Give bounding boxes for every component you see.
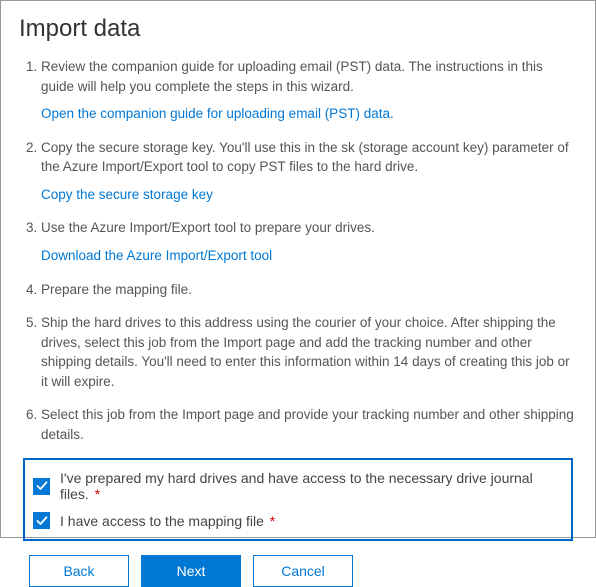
step-text: Review the companion guide for uploading… xyxy=(41,59,543,94)
button-row: Back Next Cancel xyxy=(29,555,577,587)
step-4: Prepare the mapping file. xyxy=(41,280,577,300)
page-title: Import data xyxy=(19,15,577,43)
checkbox-label: I've prepared my hard drives and have ac… xyxy=(60,470,563,502)
step-6: Select this job from the Import page and… xyxy=(41,405,577,444)
steps-list: Review the companion guide for uploading… xyxy=(19,57,577,444)
required-asterisk: * xyxy=(95,486,100,502)
checkbox-row-mapping: I have access to the mapping file * xyxy=(33,512,563,529)
step-3: Use the Azure Import/Export tool to prep… xyxy=(41,218,577,265)
back-button[interactable]: Back xyxy=(29,555,129,587)
step-text: Copy the secure storage key. You'll use … xyxy=(41,140,569,175)
next-button[interactable]: Next xyxy=(141,555,241,587)
step-text: Prepare the mapping file. xyxy=(41,282,192,297)
check-icon xyxy=(36,480,48,492)
step-text: Ship the hard drives to this address usi… xyxy=(41,315,570,389)
check-icon xyxy=(36,515,48,527)
step-text: Use the Azure Import/Export tool to prep… xyxy=(41,220,375,235)
checkbox-label-text: I have access to the mapping file xyxy=(60,513,264,529)
checkbox-prepared[interactable] xyxy=(33,478,50,495)
copy-storage-key-link[interactable]: Copy the secure storage key xyxy=(41,185,577,205)
step-1: Review the companion guide for uploading… xyxy=(41,57,577,124)
import-data-wizard: Import data Review the companion guide f… xyxy=(0,0,596,538)
cancel-button[interactable]: Cancel xyxy=(253,555,353,587)
checkbox-row-prepared: I've prepared my hard drives and have ac… xyxy=(33,470,563,502)
checkbox-mapping[interactable] xyxy=(33,512,50,529)
step-5: Ship the hard drives to this address usi… xyxy=(41,313,577,391)
required-asterisk: * xyxy=(270,513,275,529)
checkbox-label-text: I've prepared my hard drives and have ac… xyxy=(60,470,533,502)
confirmation-box: I've prepared my hard drives and have ac… xyxy=(23,458,573,541)
step-2: Copy the secure storage key. You'll use … xyxy=(41,138,577,205)
open-guide-link[interactable]: Open the companion guide for uploading e… xyxy=(41,104,577,124)
download-tool-link[interactable]: Download the Azure Import/Export tool xyxy=(41,246,577,266)
step-text: Select this job from the Import page and… xyxy=(41,407,574,442)
checkbox-label: I have access to the mapping file * xyxy=(60,513,275,529)
